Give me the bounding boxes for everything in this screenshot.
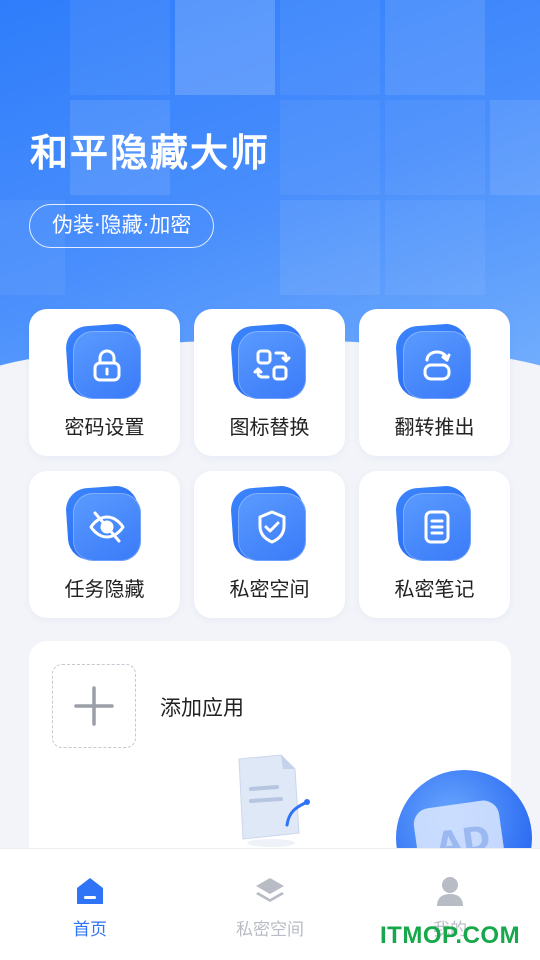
feature-task-hide[interactable]: 任务隐藏 [29, 471, 180, 618]
home-icon [77, 878, 103, 904]
tagline-badge: 伪装·隐藏·加密 [29, 204, 215, 248]
add-app-button[interactable] [52, 664, 136, 748]
feature-private-space[interactable]: 私密空间 [194, 471, 345, 618]
flip-icon [394, 322, 473, 401]
feature-grid: 密码设置 图标替换 翻转推出 任务隐藏 私密空间 私密笔记 [29, 309, 511, 618]
lock-icon [64, 322, 143, 401]
user-icon [437, 877, 463, 906]
empty-document-icon [238, 754, 310, 847]
tab-label: 首页 [73, 920, 107, 940]
app-title: 和平隐藏大师 [30, 131, 271, 175]
tab-label: 私密空间 [236, 920, 304, 940]
feature-label: 密码设置 [64, 415, 145, 439]
shield-check-icon [229, 484, 308, 563]
tab-private-space[interactable]: 私密空间 [180, 849, 360, 960]
feature-label: 图标替换 [229, 415, 310, 439]
feature-label: 任务隐藏 [64, 577, 145, 601]
feature-label: 翻转推出 [394, 415, 475, 439]
feature-password-settings[interactable]: 密码设置 [29, 309, 180, 456]
feature-private-notes[interactable]: 私密笔记 [359, 471, 510, 618]
eye-off-icon [64, 484, 143, 563]
feature-label: 私密空间 [229, 577, 310, 601]
icon-swap-icon [229, 322, 308, 401]
layers-icon [256, 878, 284, 902]
plus-icon [74, 686, 114, 726]
feature-flip-exit[interactable]: 翻转推出 [359, 309, 510, 456]
add-app-label: 添加应用 [160, 696, 244, 720]
notes-icon [394, 484, 473, 563]
tab-home[interactable]: 首页 [0, 849, 180, 960]
feature-icon-swap[interactable]: 图标替换 [194, 309, 345, 456]
feature-label: 私密笔记 [394, 577, 475, 601]
watermark-text: ITMOP.COM [380, 922, 521, 949]
